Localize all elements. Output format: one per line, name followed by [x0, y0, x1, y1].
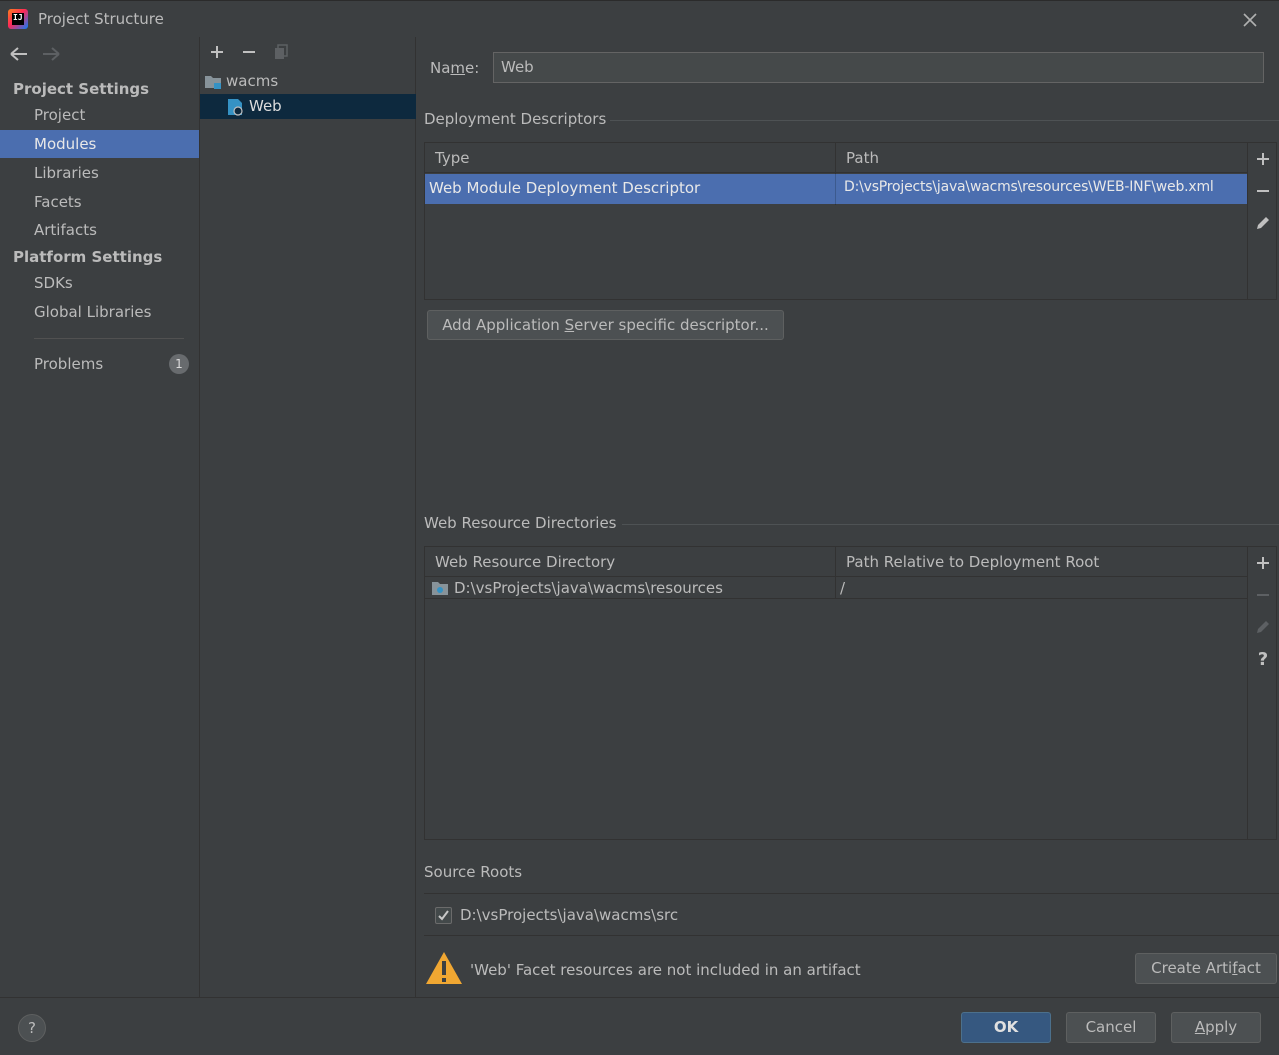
nav-divider [34, 338, 184, 339]
settings-navigation: Project Settings Project Modules Librari… [0, 37, 200, 997]
resource-directories-toolbar: ? [1247, 547, 1277, 839]
close-icon [1243, 13, 1257, 27]
title-bar: IJ Project Structure [0, 0, 1279, 38]
column-header-type[interactable]: Type [425, 143, 836, 173]
nav-item-sdks[interactable]: SDKs [0, 269, 199, 297]
warning-message: 'Web' Facet resources are not included i… [470, 961, 861, 979]
column-header-path[interactable]: Path [836, 143, 1248, 173]
problems-count-badge: 1 [169, 354, 189, 374]
platform-settings-header: Platform Settings [13, 248, 163, 266]
create-artifact-button[interactable]: Create Artifact [1135, 953, 1277, 984]
nav-item-modules[interactable]: Modules [0, 130, 199, 158]
window-title: Project Structure [38, 10, 164, 28]
help-icon[interactable]: ? [1248, 649, 1278, 670]
remove-icon[interactable] [1255, 587, 1271, 603]
close-button[interactable] [1236, 7, 1264, 33]
edit-pencil-icon[interactable] [1255, 215, 1271, 231]
column-header-relative-path[interactable]: Path Relative to Deployment Root [836, 547, 1248, 577]
project-settings-header: Project Settings [13, 80, 150, 98]
deployment-descriptors-table: Type Path Web Module Deployment Descript… [424, 142, 1277, 300]
add-icon[interactable] [208, 43, 226, 61]
section-divider [622, 524, 1279, 525]
source-roots-title: Source Roots [424, 863, 523, 881]
ok-button[interactable]: OK [961, 1012, 1051, 1043]
name-label: Name: [430, 59, 480, 77]
button-label-part: erver specific descriptor... [574, 316, 769, 334]
resource-directory-cell: D:\vsProjects\java\wacms\resources [454, 579, 723, 597]
deployment-descriptors-title: Deployment Descriptors [424, 110, 607, 128]
facet-settings-panel: Name: Web Deployment Descriptors Type Pa… [417, 37, 1279, 997]
nav-item-artifacts[interactable]: Artifacts [0, 216, 199, 244]
source-roots-list: D:\vsProjects\java\wacms\src [424, 893, 1279, 936]
nav-item-project[interactable]: Project [0, 101, 199, 129]
button-mnemonic: A [1194, 1018, 1206, 1036]
nav-item-libraries[interactable]: Libraries [0, 159, 199, 187]
warning-icon [426, 952, 462, 984]
web-facet-icon [228, 99, 243, 116]
descriptor-path-cell: D:\vsProjects\java\wacms\resources\WEB-I… [844, 179, 1214, 195]
copy-icon[interactable] [272, 42, 290, 60]
button-label-part: act [1237, 959, 1261, 977]
button-mnemonic: S [564, 316, 575, 334]
source-root-path: D:\vsProjects\java\wacms\src [460, 906, 679, 924]
add-icon[interactable] [1255, 151, 1271, 167]
tree-node-label: Web [249, 97, 282, 115]
help-button[interactable]: ? [18, 1014, 46, 1042]
tree-node-label: wacms [226, 72, 279, 90]
relative-path-cell: / [840, 579, 846, 597]
column-header-web-resource-directory[interactable]: Web Resource Directory [425, 547, 836, 577]
intellij-app-icon: IJ [8, 9, 28, 29]
apply-button[interactable]: Apply [1171, 1012, 1261, 1043]
button-label-part: pply [1205, 1018, 1238, 1036]
web-folder-icon [432, 582, 448, 595]
table-row[interactable]: D:\vsProjects\java\wacms\resources / [425, 578, 1247, 599]
nav-item-global-libraries[interactable]: Global Libraries [0, 298, 199, 326]
tree-node-wacms[interactable]: wacms [200, 69, 416, 93]
remove-icon[interactable] [240, 43, 258, 61]
checkmark-icon [438, 910, 449, 921]
button-label-part: Add Application [442, 316, 565, 334]
module-folder-icon [205, 76, 221, 89]
module-tree-panel: wacms Web [200, 37, 416, 997]
edit-pencil-icon[interactable] [1255, 619, 1271, 635]
web-resource-directories-title: Web Resource Directories [424, 514, 617, 532]
nav-item-facets[interactable]: Facets [0, 188, 199, 216]
button-label-part: Create Arti [1151, 959, 1233, 977]
add-icon[interactable] [1255, 555, 1271, 571]
dialog-footer: ? OK Cancel Apply [0, 997, 1279, 1055]
descriptors-toolbar [1247, 143, 1277, 299]
table-row[interactable]: Web Module Deployment Descriptor D:\vsPr… [425, 174, 1247, 204]
section-divider [610, 120, 1279, 121]
column-separator [835, 174, 836, 204]
cancel-button[interactable]: Cancel [1066, 1012, 1156, 1043]
arrow-left-icon[interactable] [8, 45, 30, 63]
remove-icon[interactable] [1255, 183, 1271, 199]
source-root-checkbox[interactable] [435, 907, 452, 924]
tree-node-web[interactable]: Web [200, 94, 416, 119]
add-server-descriptor-button[interactable]: Add Application Server specific descript… [427, 310, 784, 340]
descriptor-type-cell: Web Module Deployment Descriptor [429, 179, 701, 197]
web-resource-directories-table: Web Resource Directory Path Relative to … [424, 546, 1277, 840]
arrow-right-icon[interactable] [40, 45, 62, 63]
name-input[interactable]: Web [493, 52, 1264, 83]
